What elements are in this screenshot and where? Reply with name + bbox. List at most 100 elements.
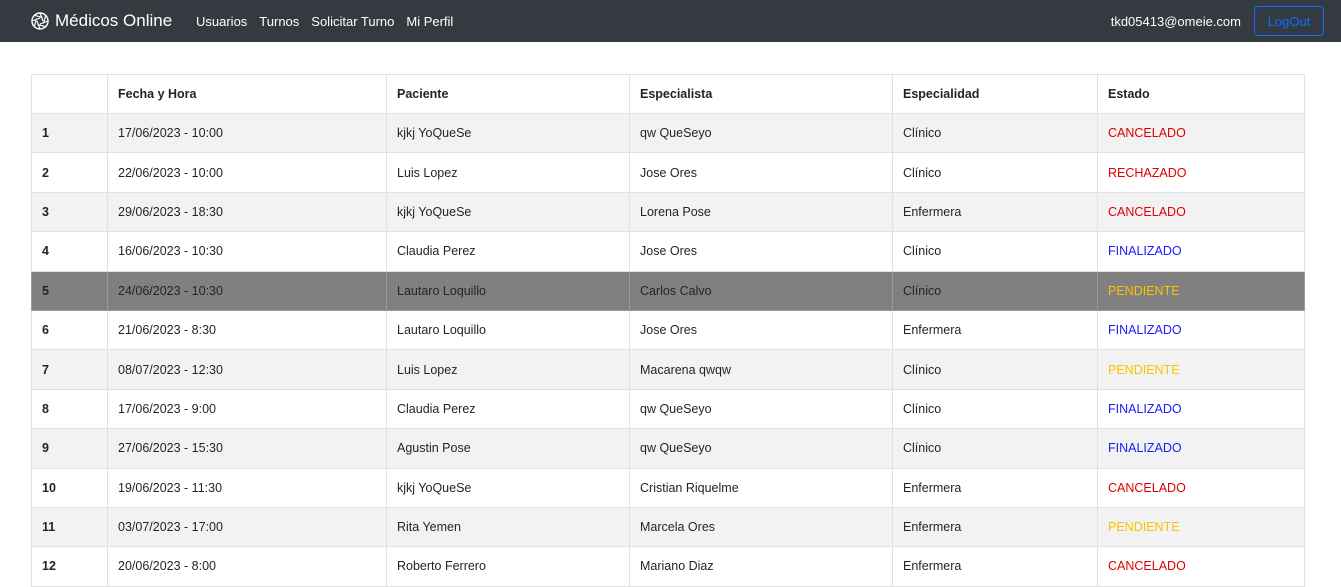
cell-especialidad: Enfermera (892, 309, 1098, 351)
cell-paciente: kjkj YoQueSe (386, 191, 630, 233)
cell-fecha-hora: 17/06/2023 - 10:00 (107, 112, 387, 154)
turnos-table: Fecha y Hora Paciente Especialista Espec… (31, 74, 1305, 587)
cell-fecha-hora: 21/06/2023 - 8:30 (107, 309, 387, 351)
cell-paciente: Luis Lopez (386, 152, 630, 193)
cell-estado: FINALIZADO (1097, 388, 1305, 430)
table-row[interactable]: 10 19/06/2023 - 11:30 kjkj YoQueSe Cristian… (31, 467, 1305, 508)
cell-fecha-hora: 27/06/2023 - 15:30 (107, 428, 387, 469)
row-number: 4 (31, 231, 108, 272)
nav-link-mi-perfil[interactable]: Mi Perfil (406, 14, 453, 29)
cell-estado: FINALIZADO (1097, 428, 1305, 469)
header-fecha-hora: Fecha y Hora (107, 74, 387, 114)
logout-button[interactable]: LogOut (1254, 6, 1324, 36)
cell-especialidad: Clínico (892, 388, 1098, 430)
cell-fecha-hora: 03/07/2023 - 17:00 (107, 506, 387, 548)
top-navbar: Médicos Online Usuarios Turnos Solicitar… (0, 0, 1341, 42)
cell-especialidad: Enfermera (892, 467, 1098, 508)
cell-estado: FINALIZADO (1097, 231, 1305, 272)
cell-especialidad: Clínico (892, 231, 1098, 272)
cell-fecha-hora: 17/06/2023 - 9:00 (107, 388, 387, 430)
row-number: 12 (31, 546, 108, 587)
nav-links: Usuarios Turnos Solicitar Turno Mi Perfi… (196, 0, 465, 42)
cell-especialidad: Enfermera (892, 546, 1098, 587)
header-estado: Estado (1097, 74, 1305, 114)
table-row[interactable]: 3 29/06/2023 - 18:30 kjkj YoQueSe Lorena Po… (31, 191, 1305, 233)
cell-paciente: Luis Lopez (386, 349, 630, 390)
cell-fecha-hora: 22/06/2023 - 10:00 (107, 152, 387, 193)
row-number: 11 (31, 506, 108, 548)
cell-estado: PENDIENTE (1097, 270, 1305, 311)
cell-paciente: kjkj YoQueSe (386, 112, 630, 154)
cell-fecha-hora: 16/06/2023 - 10:30 (107, 231, 387, 272)
cell-especialidad: Enfermera (892, 191, 1098, 233)
cell-fecha-hora: 20/06/2023 - 8:00 (107, 546, 387, 587)
brand-title: Médicos Online (55, 11, 173, 30)
cell-paciente: Agustin Pose (386, 428, 630, 469)
cell-especialista: Jose Ores (629, 152, 893, 193)
nav-link-turnos[interactable]: Turnos (259, 14, 299, 29)
cell-estado: RECHAZADO (1097, 152, 1305, 193)
cell-paciente: Lautaro Loquillo (386, 270, 630, 311)
header-index (31, 74, 108, 114)
user-email: tkd05413@omeie.com (1110, 13, 1241, 29)
cell-especialista: qw QueSeyo (629, 388, 893, 430)
cell-especialidad: Clínico (892, 270, 1098, 311)
cell-especialista: Macarena qwqw (629, 349, 893, 390)
cell-especialista: Carlos Calvo (629, 270, 893, 311)
cell-paciente: Claudia Perez (386, 388, 630, 430)
table-row[interactable]: 4 16/06/2023 - 10:30 Claudia Perez Jose Ore… (31, 231, 1305, 272)
header-paciente: Paciente (386, 74, 630, 114)
cell-fecha-hora: 24/06/2023 - 10:30 (107, 270, 387, 311)
cell-especialidad: Clínico (892, 112, 1098, 154)
cell-fecha-hora: 08/07/2023 - 12:30 (107, 349, 387, 390)
cell-estado: PENDIENTE (1097, 349, 1305, 390)
cell-especialidad: Clínico (892, 428, 1098, 469)
row-number: 9 (31, 428, 108, 469)
cell-especialidad: Enfermera (892, 506, 1098, 548)
table-row[interactable]: 5 24/06/2023 - 10:30 Lautaro Loquillo Carlo… (31, 270, 1305, 311)
table-row[interactable]: 1 17/06/2023 - 10:00 kjkj YoQueSe qw QueSey… (31, 112, 1305, 154)
cell-paciente: Rita Yemen (386, 506, 630, 548)
cell-fecha-hora: 29/06/2023 - 18:30 (107, 191, 387, 233)
cell-especialista: Marcela Ores (629, 506, 893, 548)
cell-paciente: Roberto Ferrero (386, 546, 630, 587)
nav-link-usuarios[interactable]: Usuarios (196, 14, 247, 29)
cell-estado: CANCELADO (1097, 191, 1305, 233)
cell-especialista: Jose Ores (629, 231, 893, 272)
nav-link-solicitar-turno[interactable]: Solicitar Turno (311, 14, 394, 29)
cell-fecha-hora: 19/06/2023 - 11:30 (107, 467, 387, 508)
header-especialista: Especialista (629, 74, 893, 114)
cell-estado: CANCELADO (1097, 546, 1305, 587)
cell-paciente: Claudia Perez (386, 231, 630, 272)
row-number: 5 (31, 270, 108, 311)
row-number: 1 (31, 112, 108, 154)
table-row[interactable]: 8 17/06/2023 - 9:00 Claudia Perez qw QueSey… (31, 388, 1305, 430)
brand-link[interactable]: Médicos Online (31, 0, 172, 42)
cell-estado: CANCELADO (1097, 112, 1305, 154)
cell-estado: FINALIZADO (1097, 309, 1305, 351)
cell-especialista: Mariano Diaz (629, 546, 893, 587)
row-number: 8 (31, 388, 108, 430)
aperture-icon (31, 12, 49, 30)
table-row[interactable]: 11 03/07/2023 - 17:00 Rita Yemen Marcela Or… (31, 506, 1305, 548)
cell-especialidad: Clínico (892, 349, 1098, 390)
nav-user-area: tkd05413@omeie.com LogOut (1111, 0, 1324, 42)
table-row[interactable]: 2 22/06/2023 - 10:00 Luis Lopez Jose Ores Cl… (31, 152, 1305, 193)
header-especialidad: Especialidad (892, 74, 1098, 114)
cell-paciente: Lautaro Loquillo (386, 309, 630, 351)
table-header-row: Fecha y Hora Paciente Especialista Espec… (31, 74, 1305, 114)
cell-especialista: Lorena Pose (629, 191, 893, 233)
cell-paciente: kjkj YoQueSe (386, 467, 630, 508)
cell-especialidad: Clínico (892, 152, 1098, 193)
cell-estado: CANCELADO (1097, 467, 1305, 508)
table-row[interactable]: 9 27/06/2023 - 15:30 Agustin Pose qw QueSey… (31, 428, 1305, 469)
row-number: 2 (31, 152, 108, 193)
cell-especialista: qw QueSeyo (629, 112, 893, 154)
table-body: 1 17/06/2023 - 10:00 kjkj YoQueSe qw QueSey… (31, 112, 1305, 587)
table-row[interactable]: 7 08/07/2023 - 12:30 Luis Lopez Macarena qw… (31, 349, 1305, 390)
cell-especialista: qw QueSeyo (629, 428, 893, 469)
cell-estado: PENDIENTE (1097, 506, 1305, 548)
turnos-table-container: Fecha y Hora Paciente Especialista Espec… (31, 74, 1305, 587)
table-row[interactable]: 12 20/06/2023 - 8:00 Roberto Ferrero Marian… (31, 546, 1305, 587)
table-row[interactable]: 6 21/06/2023 - 8:30 Lautaro Loquillo Jose O… (31, 309, 1305, 351)
